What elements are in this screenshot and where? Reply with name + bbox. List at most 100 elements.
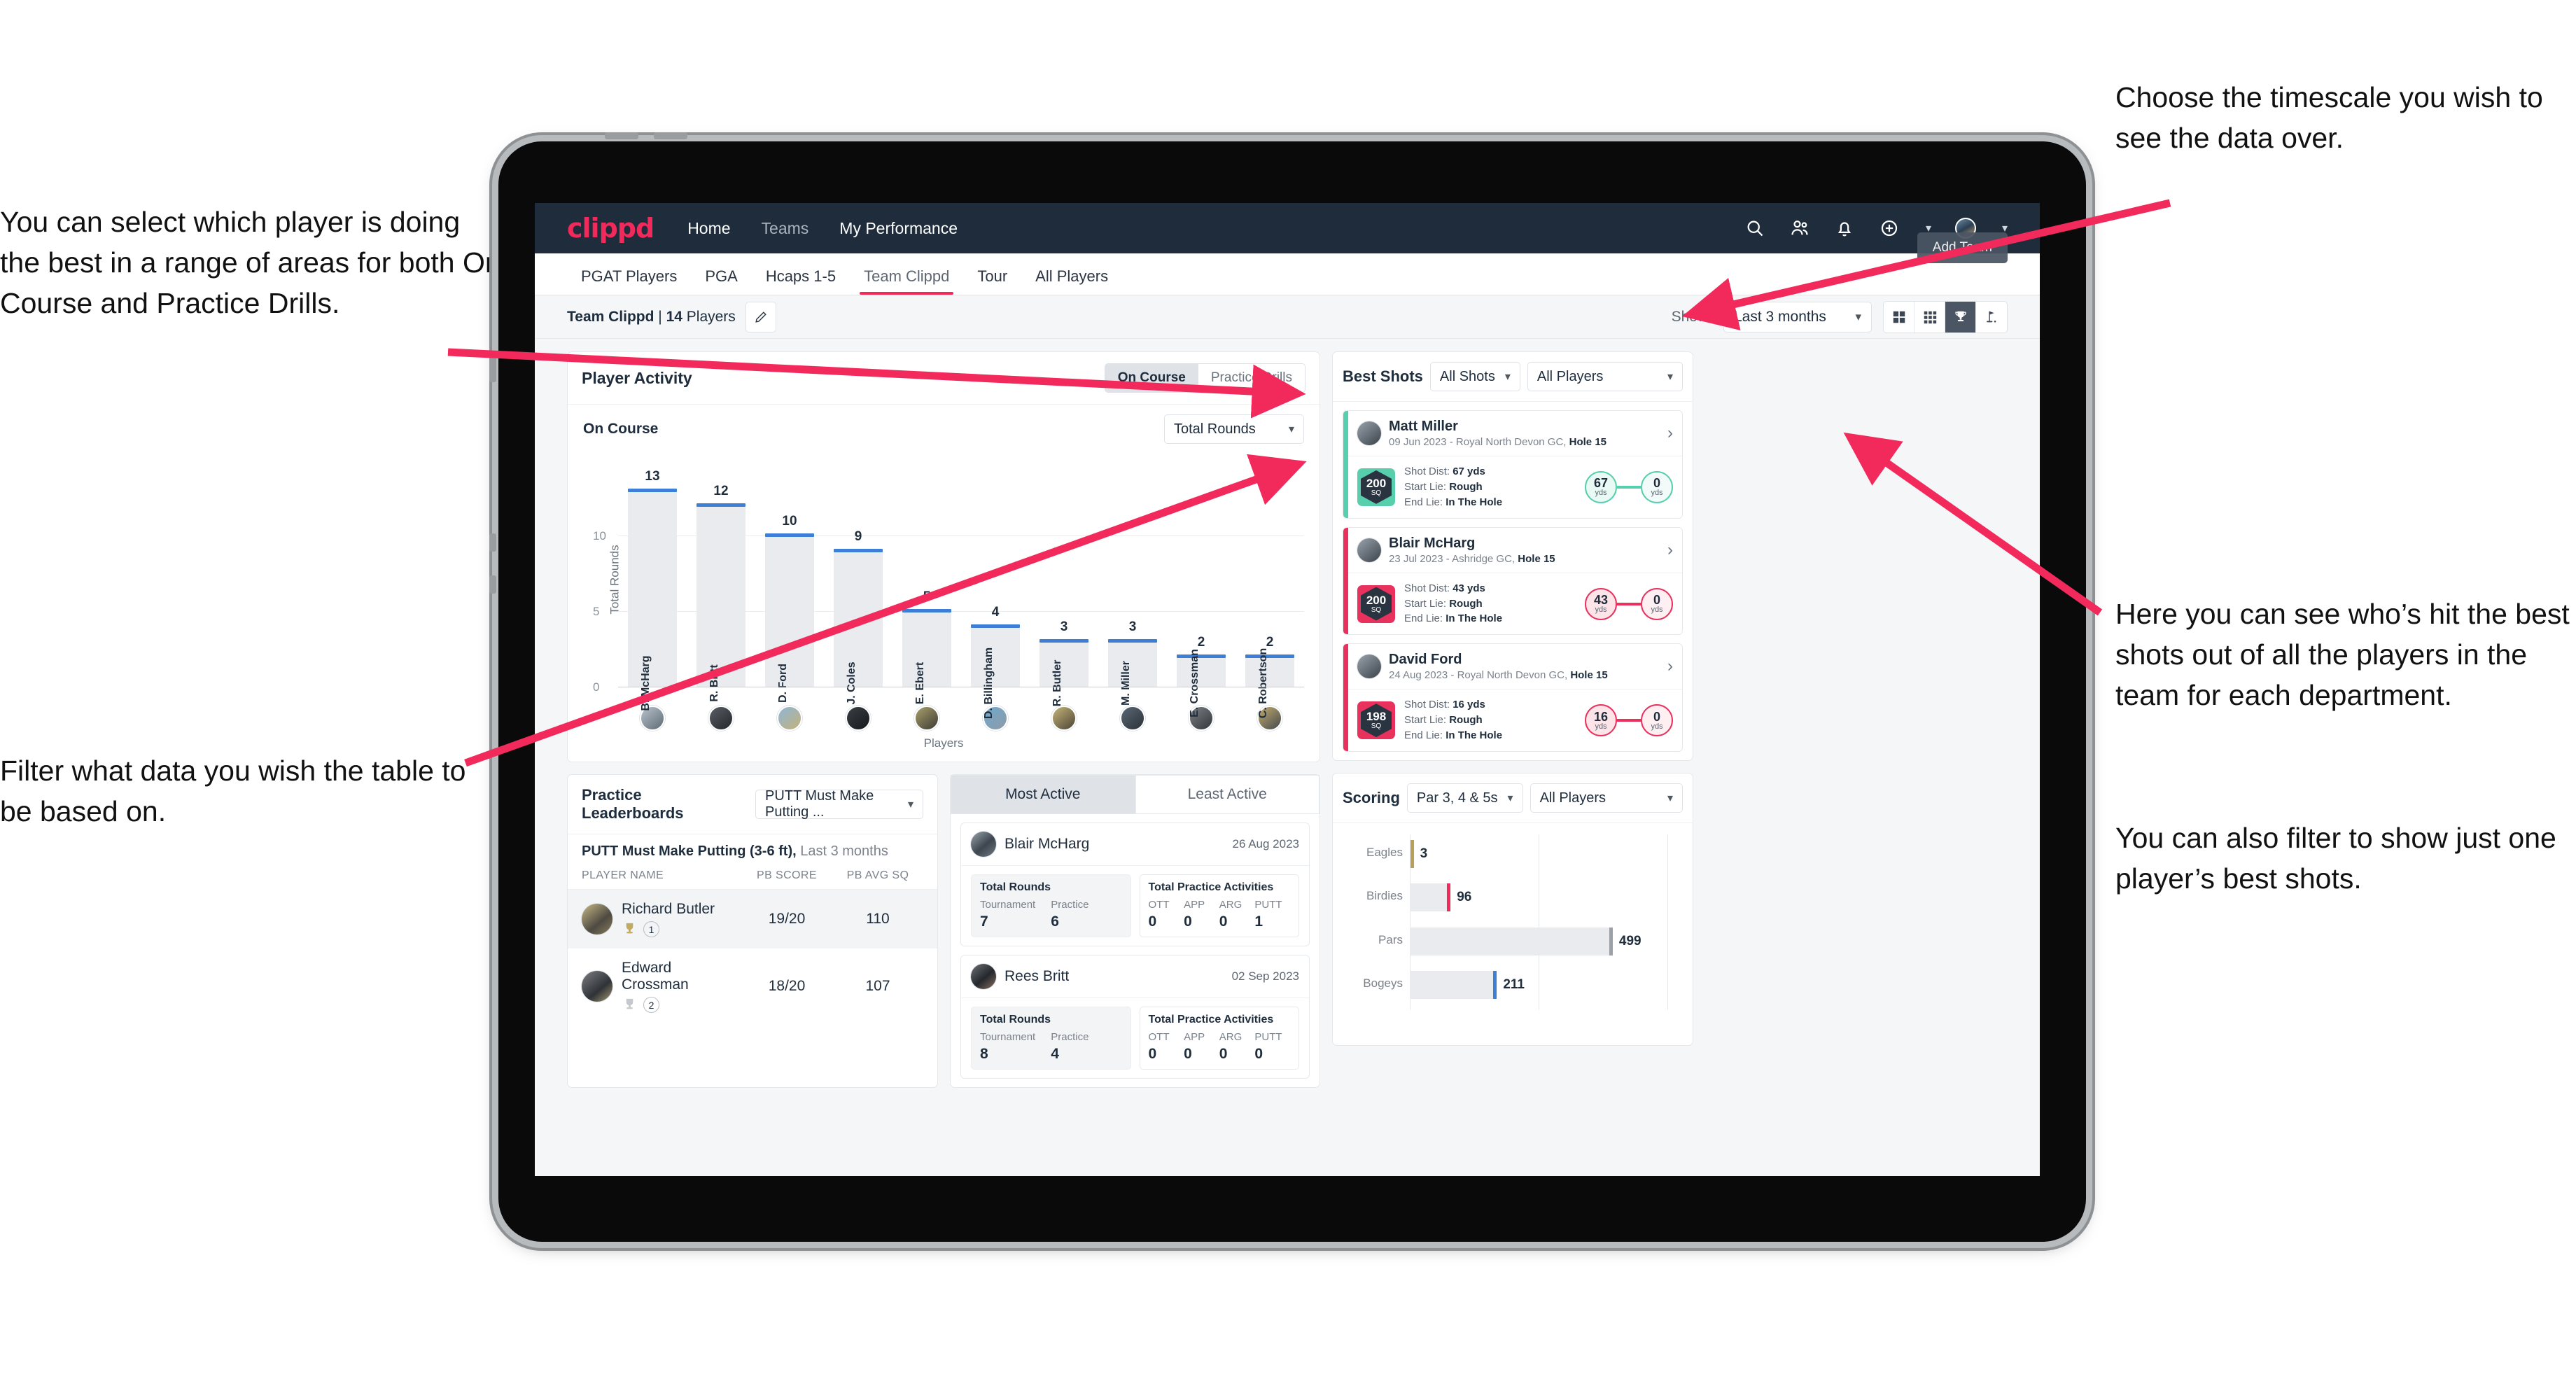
- shot-quality-badge: 200 SQ: [1357, 584, 1395, 623]
- segment-on-course[interactable]: On Course: [1105, 364, 1198, 392]
- player-filter-dropdown[interactable]: All Players ▾: [1527, 362, 1683, 391]
- tablet-side-button-2: [489, 575, 496, 594]
- scoring-player-filter-dropdown[interactable]: All Players ▾: [1530, 783, 1683, 813]
- metric-dropdown[interactable]: Total Rounds ▾: [1164, 414, 1304, 444]
- scoring-bar-row[interactable]: Eagles 3: [1366, 839, 1667, 868]
- team-separator: |: [654, 308, 666, 325]
- practice-key: ARG: [1219, 899, 1242, 911]
- nav-link-home[interactable]: Home: [687, 219, 730, 238]
- view-toggle-group: [1883, 300, 2008, 333]
- best-shot-card[interactable]: Matt Miller 09 Jun 2023 - Royal North Dev…: [1343, 410, 1683, 519]
- bar-cap: [902, 609, 952, 613]
- bar-value-label: 12: [713, 484, 729, 499]
- nav-link-teams[interactable]: Teams: [762, 219, 809, 238]
- scoring-category-label: Birdies: [1366, 889, 1403, 903]
- player-avatar[interactable]: [1051, 706, 1077, 731]
- table-row[interactable]: Richard Butler 1 19/20 110: [568, 890, 937, 948]
- people-icon[interactable]: [1789, 218, 1810, 239]
- rounds-value: 6: [1051, 913, 1059, 930]
- section-tab-strip: PGAT Players PGA Hcaps 1-5 Team Clippd T…: [535, 232, 2040, 295]
- edit-team-button[interactable]: [745, 301, 776, 332]
- add-team-button[interactable]: Add Team: [1917, 232, 2008, 263]
- bar-group[interactable]: 2 E. Crossman: [1167, 476, 1236, 718]
- team-player-count: 14: [666, 308, 682, 325]
- table-row[interactable]: Edward Crossman 2 18/20 107: [568, 948, 937, 1024]
- grid-3x3-view-button[interactable]: [1914, 301, 1945, 332]
- segment-practice-drills[interactable]: Practice Drills: [1198, 364, 1305, 392]
- plus-circle-icon[interactable]: [1879, 218, 1900, 239]
- bar-category-label: D. Billingham: [983, 647, 995, 720]
- bar-category-label: D. Ford: [777, 664, 789, 703]
- list-item[interactable]: Rees Britt 02 Sep 2023 Total Rounds Tour…: [960, 955, 1310, 1079]
- bar-group[interactable]: 4 D. Billingham: [961, 476, 1030, 719]
- player-avatar[interactable]: [1120, 706, 1145, 731]
- grid-line: [1667, 834, 1668, 1010]
- chevron-down-icon: ▾: [1288, 424, 1294, 435]
- best-shots-list: Matt Miller 09 Jun 2023 - Royal North Dev…: [1333, 410, 1693, 752]
- activity-type-segmented-control: On Course Practice Drills: [1104, 363, 1306, 393]
- tab-pga[interactable]: PGA: [691, 267, 751, 295]
- tab-least-active[interactable]: Least Active: [1135, 775, 1320, 814]
- avatar: [582, 904, 612, 934]
- player-avatar[interactable]: [914, 706, 939, 731]
- team-sub-bar: Team Clippd | 14 Players Show: Last 3 mo…: [535, 295, 2040, 339]
- player-avatar[interactable]: [708, 706, 734, 731]
- player-avatar[interactable]: [846, 706, 871, 731]
- grid-2x2-view-button[interactable]: [1884, 301, 1914, 332]
- best-shot-card[interactable]: David Ford 24 Aug 2023 - Royal North Devo…: [1343, 643, 1683, 752]
- scoring-bar-row[interactable]: Birdies 96: [1366, 883, 1667, 912]
- bar-group[interactable]: 10 D. Ford: [755, 476, 824, 703]
- best-shot-card[interactable]: Blair McHarg 23 Jul 2023 - Ashridge GC, H…: [1343, 526, 1683, 636]
- drill-dropdown[interactable]: PUTT Must Make Putting ... ▾: [755, 788, 923, 820]
- list-item[interactable]: Blair McHarg 26 Aug 2023 Total Rounds To…: [960, 822, 1310, 946]
- activity-card: Most Active Least Active Blair McHarg 26…: [950, 774, 1320, 1088]
- tab-team-clippd[interactable]: Team Clippd: [850, 267, 963, 295]
- golf-flag-view-button[interactable]: [1976, 302, 2007, 332]
- tab-pgat-players[interactable]: PGAT Players: [567, 267, 691, 295]
- timescale-dropdown[interactable]: Last 3 months ▾: [1723, 301, 1872, 332]
- scoring-bar-row[interactable]: Pars 499: [1378, 927, 1667, 955]
- annotation-middle-right-2: You can also filter to show just one pla…: [2115, 822, 2556, 895]
- chevron-right-icon[interactable]: ›: [1667, 657, 1673, 676]
- entry-date: 02 Sep 2023: [1231, 969, 1299, 983]
- player-filter-value: All Players: [1536, 368, 1604, 384]
- practice-leaderboards-card: Practice Leaderboards PUTT Must Make Put…: [567, 774, 938, 1088]
- bar-group[interactable]: 12 R. Britt: [687, 476, 755, 702]
- bar-group[interactable]: 9 J. Coles: [824, 476, 892, 705]
- chevron-right-icon[interactable]: ›: [1667, 424, 1673, 443]
- shot-start-distance: 67 yds: [1585, 470, 1617, 503]
- tablet-volume-down-button: [654, 132, 687, 139]
- team-label: Team Clippd | 14 Players: [567, 309, 736, 326]
- pb-avg-sq-value: 110: [866, 911, 890, 927]
- scoring-bar: 3: [1410, 839, 1427, 868]
- leaderboard-column-headers: PLAYER NAME PB SCORE PB AVG SQ: [568, 860, 937, 890]
- chevron-right-icon[interactable]: ›: [1667, 540, 1673, 560]
- bar-group[interactable]: 2 C. Robertson: [1236, 476, 1304, 718]
- practice-value: 0: [1184, 913, 1192, 930]
- bar-value-label: 13: [645, 468, 660, 484]
- shot-filter-dropdown[interactable]: All Shots ▾: [1429, 362, 1520, 391]
- tab-most-active[interactable]: Most Active: [951, 775, 1135, 814]
- bar-group[interactable]: 13 B. McHarg: [618, 469, 687, 711]
- bar-group[interactable]: 3 M. Miller: [1098, 476, 1167, 706]
- shot-start-distance: 16 yds: [1585, 704, 1617, 737]
- player-name: Richard Butler: [622, 901, 715, 917]
- bar-group[interactable]: 3 R. Butler: [1030, 476, 1098, 706]
- tab-all-players[interactable]: All Players: [1021, 267, 1122, 295]
- tab-tour[interactable]: Tour: [963, 267, 1021, 295]
- nav-link-my-performance[interactable]: My Performance: [839, 219, 958, 238]
- trophy-view-button[interactable]: [1945, 301, 1976, 332]
- bar-cap: [833, 548, 883, 552]
- search-icon[interactable]: [1744, 218, 1765, 239]
- clippd-logo[interactable]: clippd: [567, 213, 654, 244]
- player-name: Rees Britt: [1004, 968, 1070, 984]
- tab-hcaps-1-5[interactable]: Hcaps 1-5: [752, 267, 850, 295]
- bell-icon[interactable]: [1834, 218, 1855, 239]
- bar-category-label: R. Britt: [708, 664, 720, 702]
- player-avatar[interactable]: [777, 706, 802, 731]
- bar-group[interactable]: 5 E. Ebert: [892, 476, 961, 704]
- bar-value-label: 3: [1128, 620, 1137, 635]
- scoring-bar-row[interactable]: Bogeys 211: [1363, 971, 1667, 1000]
- par-filter-dropdown[interactable]: Par 3, 4 & 5s ▾: [1406, 783, 1523, 813]
- player-name: Blair McHarg: [1389, 535, 1476, 551]
